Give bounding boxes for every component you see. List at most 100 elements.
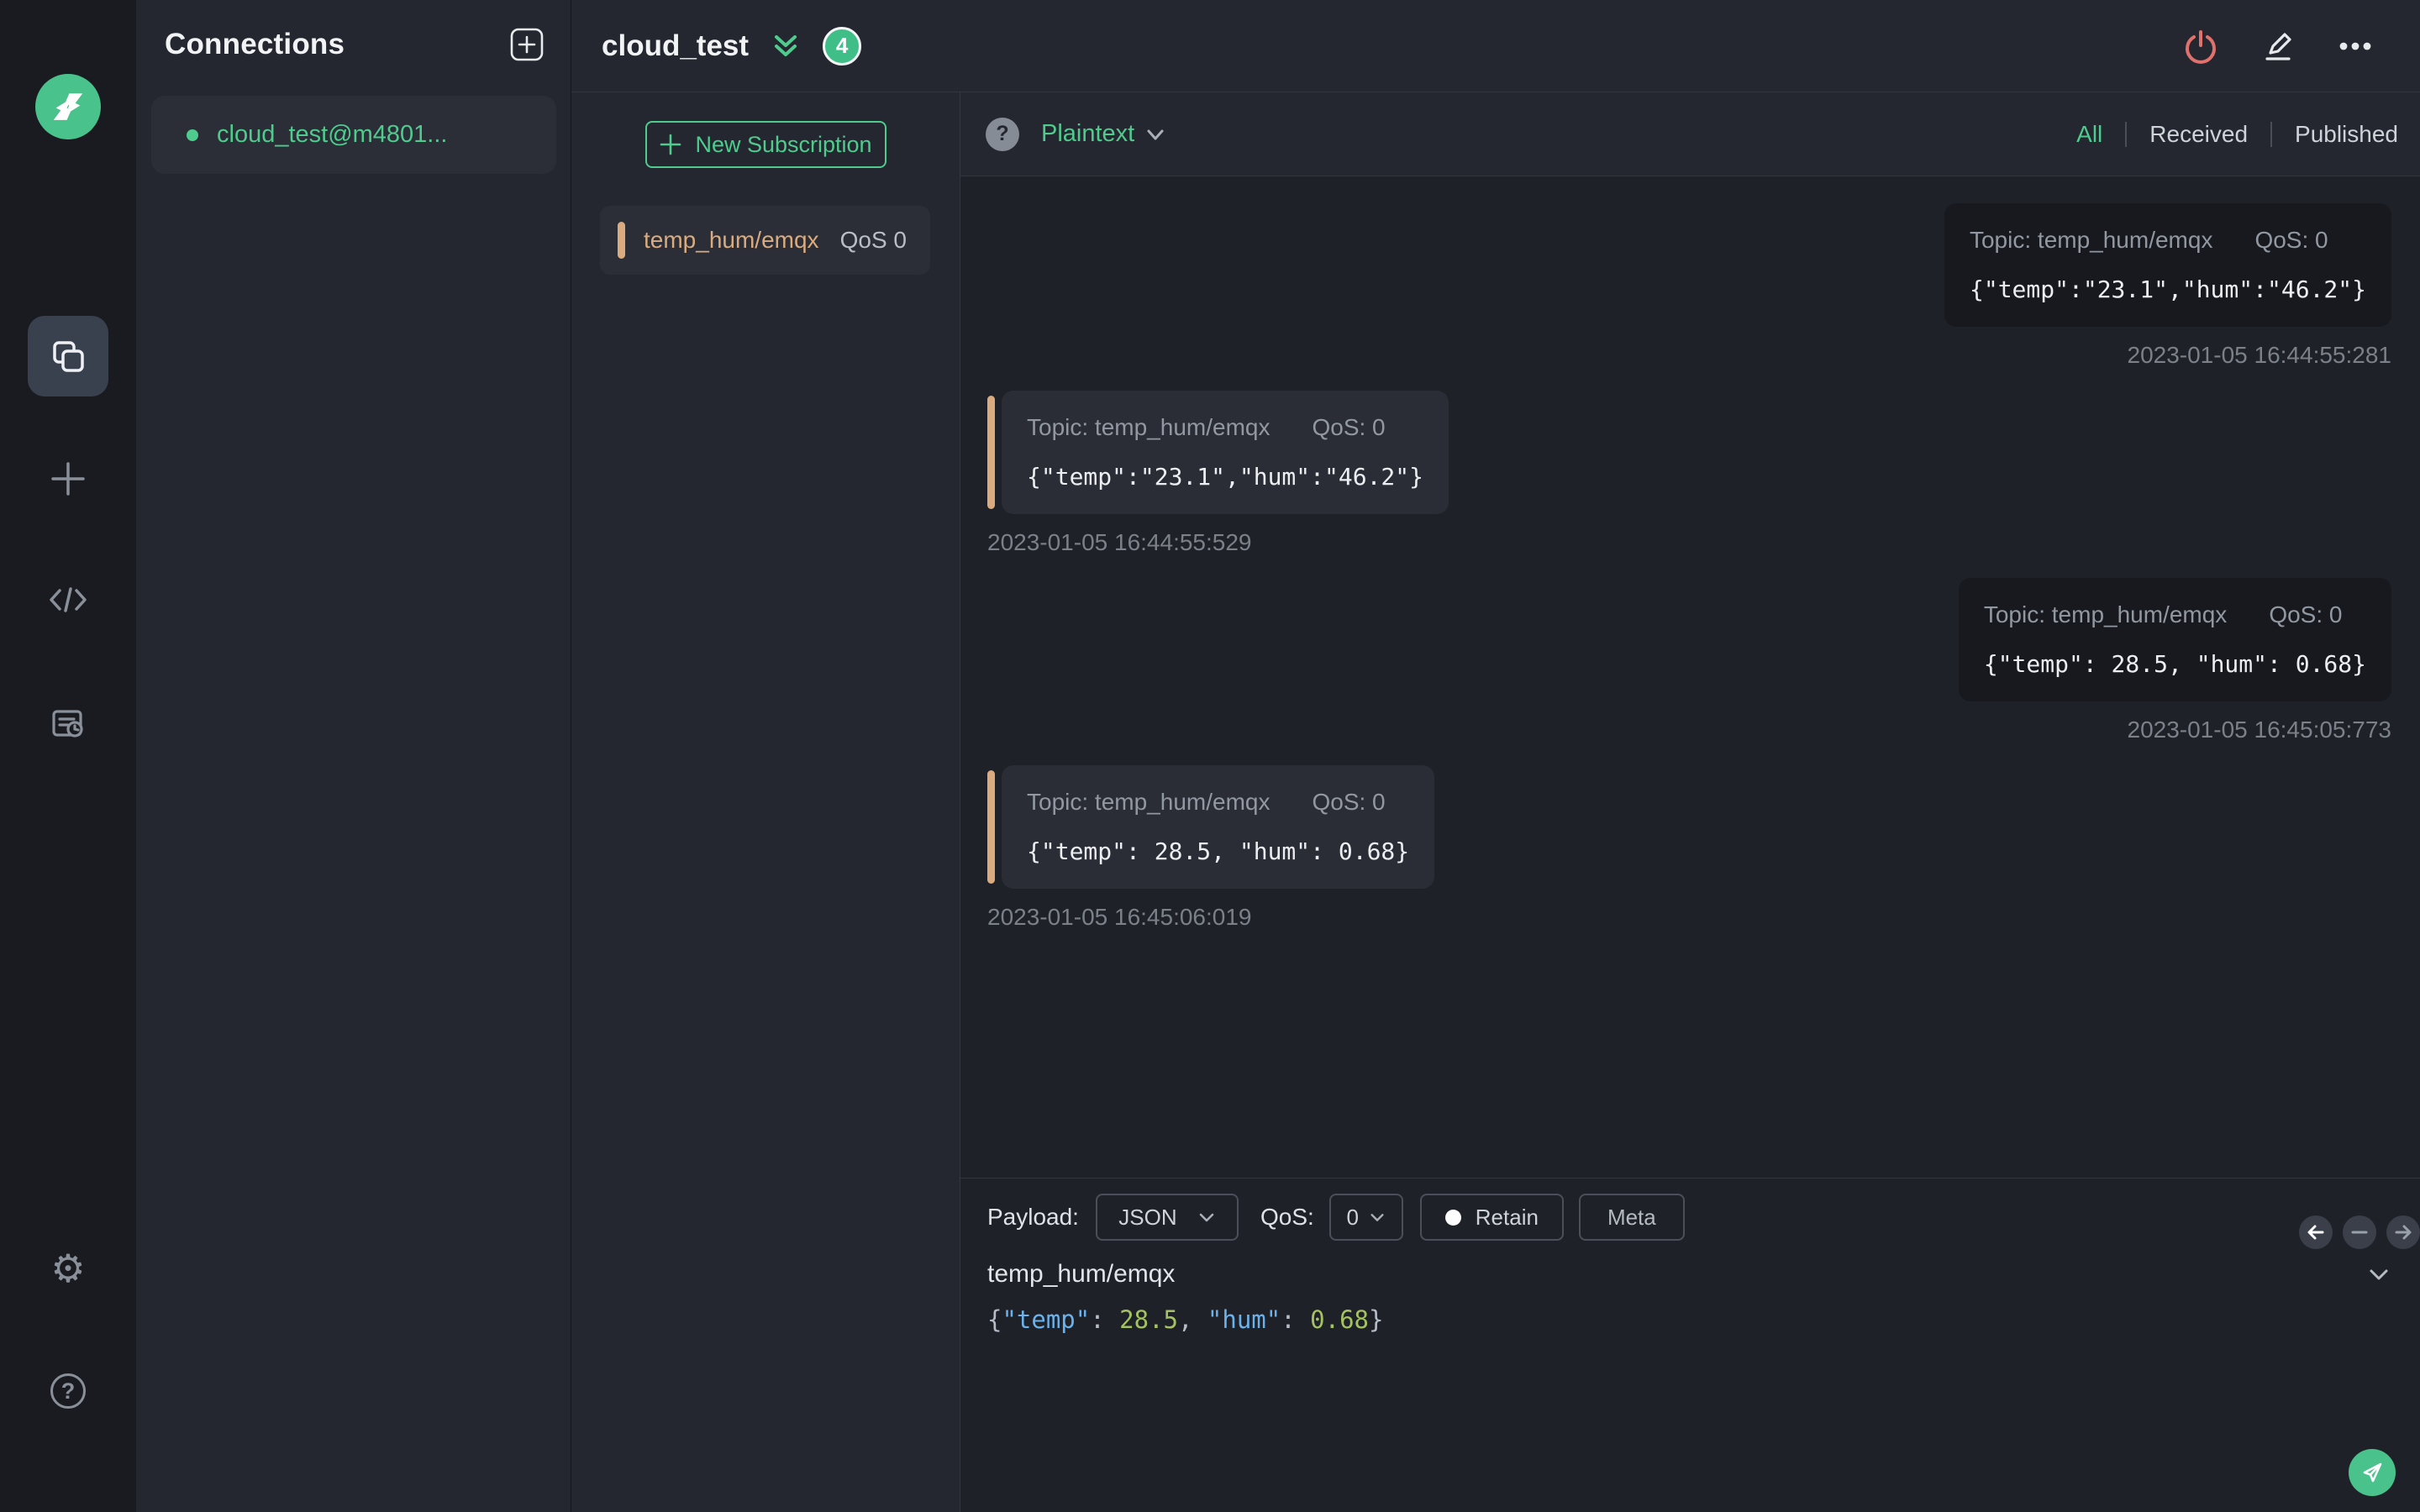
filter-published[interactable]: Published (2295, 121, 2398, 148)
connections-header: Connections (151, 27, 556, 62)
send-button[interactable] (2349, 1449, 2396, 1496)
power-icon (2181, 27, 2220, 66)
subscription-count-badge[interactable]: 4 (823, 26, 862, 66)
message-timestamp: 2023-01-05 16:44:55:529 (987, 529, 1252, 555)
payload-mode-help-icon[interactable]: ? (986, 117, 1019, 151)
disconnect-button[interactable] (2181, 27, 2220, 66)
chevron-down-icon[interactable] (1144, 123, 1166, 145)
subscription-color-bar (618, 222, 625, 259)
history-clear-button[interactable] (2343, 1215, 2376, 1249)
collapse-panel-icon[interactable] (771, 31, 801, 61)
topic-input[interactable]: temp_hum/emqx (987, 1260, 2366, 1289)
message-topic: Topic: temp_hum/emqx (1969, 227, 2213, 253)
messages-toolbar: ? Plaintext All Received Published (960, 92, 2420, 176)
gear-icon: ⚙ (50, 1246, 86, 1291)
plus-square-icon (509, 27, 544, 62)
plus-icon (659, 133, 682, 156)
header-actions (2181, 27, 2375, 66)
message-published: Topic: temp_hum/emqx QoS: 0 {"temp": 28.… (987, 578, 2391, 743)
filter-divider (2270, 121, 2273, 147)
message-payload: {"temp": 28.5, "hum": 0.68} (1983, 650, 2366, 678)
connections-title: Connections (165, 28, 345, 60)
main-area: cloud_test 4 New Subscription temp_hum/e… (571, 0, 2420, 1512)
subscription-topic: temp_hum/emqx (644, 227, 819, 253)
subscription-item[interactable]: temp_hum/emqx QoS 0 (600, 206, 930, 275)
message-qos: QoS: 0 (2254, 227, 2328, 253)
filter-received[interactable]: Received (2149, 121, 2248, 148)
more-options-button[interactable] (2336, 27, 2375, 66)
subscriptions-column: New Subscription temp_hum/emqx QoS 0 (571, 92, 960, 1512)
message-bubble[interactable]: Topic: temp_hum/emqx QoS: 0 {"temp": 28.… (1002, 765, 1435, 889)
add-connection-button[interactable] (509, 27, 544, 62)
message-timestamp: 2023-01-05 16:45:06:019 (987, 904, 1252, 930)
message-timestamp: 2023-01-05 16:44:55:281 (2127, 342, 2392, 368)
message-filters: All Received Published (2076, 121, 2398, 148)
log-icon (49, 705, 87, 743)
edit-connection-button[interactable] (2259, 27, 2297, 66)
ellipsis-icon (2336, 27, 2375, 66)
payload-label: Payload: (987, 1204, 1079, 1230)
plus-icon (49, 459, 87, 498)
subscription-qos: QoS 0 (839, 227, 907, 253)
message-received: Topic: temp_hum/emqx QoS: 0 {"temp":"23.… (987, 391, 2391, 556)
nav-log[interactable] (28, 685, 108, 763)
mqttx-app: ⚙ ? Connections cloud_test@m4801... clou… (0, 0, 2420, 1512)
code-icon (48, 583, 88, 617)
messages-column: ? Plaintext All Received Published Topic… (960, 92, 2420, 1512)
message-topic: Topic: temp_hum/emqx (1983, 601, 2228, 627)
connection-header: cloud_test 4 (571, 0, 2420, 92)
message-payload: {"temp":"23.1","hum":"46.2"} (1027, 463, 1424, 491)
message-bubble[interactable]: Topic: temp_hum/emqx QoS: 0 {"temp":"23.… (1002, 391, 1449, 514)
new-subscription-button[interactable]: New Subscription (644, 121, 886, 168)
publish-toolbar: Payload: JSON QoS: 0 Retain Meta (987, 1194, 2391, 1241)
collapse-editor-icon[interactable] (2366, 1262, 2391, 1287)
message-payload: {"temp":"23.1","hum":"46.2"} (1969, 276, 2366, 303)
edit-pencil-icon (2259, 27, 2297, 66)
payload-editor[interactable]: {"temp": 28.5, "hum": 0.68} (987, 1305, 2391, 1512)
arrow-left-icon (2306, 1222, 2326, 1242)
message-received: Topic: temp_hum/emqx QoS: 0 {"temp": 28.… (987, 765, 2391, 931)
payload-type-select[interactable]: JSON (1095, 1194, 1239, 1241)
message-accent-bar (987, 770, 995, 884)
connection-list-item[interactable]: cloud_test@m4801... (151, 96, 556, 174)
chevron-down-icon (1369, 1209, 1386, 1226)
nav-new-connection[interactable] (28, 440, 108, 517)
message-topic: Topic: temp_hum/emqx (1027, 789, 1270, 815)
topic-input-row: temp_hum/emqx (987, 1255, 2391, 1294)
message-qos: QoS: 0 (2269, 601, 2343, 627)
arrow-right-icon (2393, 1222, 2413, 1242)
message-timestamp: 2023-01-05 16:45:05:773 (2127, 717, 2392, 743)
history-prev-button[interactable] (2299, 1215, 2333, 1249)
message-qos: QoS: 0 (1312, 414, 1386, 440)
meta-button[interactable]: Meta (1578, 1194, 1685, 1241)
paper-plane-icon (2359, 1459, 2386, 1486)
minus-icon (2349, 1222, 2370, 1242)
history-next-button[interactable] (2386, 1215, 2420, 1249)
nav-script[interactable] (28, 561, 108, 638)
filter-divider (2125, 121, 2128, 147)
nav-connections[interactable] (28, 316, 108, 396)
connection-name: cloud_test@m4801... (217, 121, 448, 148)
message-qos: QoS: 0 (1312, 789, 1386, 815)
qos-label: QoS: (1260, 1204, 1314, 1230)
history-pager (2299, 1215, 2420, 1249)
nav-settings[interactable]: ⚙ (28, 1230, 108, 1307)
connections-icon (49, 337, 87, 375)
qos-select[interactable]: 0 (1328, 1194, 1403, 1241)
connection-title: cloud_test (602, 29, 750, 62)
message-bubble[interactable]: Topic: temp_hum/emqx QoS: 0 {"temp": 28.… (1958, 578, 2391, 701)
nav-help[interactable]: ? (28, 1352, 108, 1430)
message-topic: Topic: temp_hum/emqx (1027, 414, 1270, 440)
message-accent-bar (987, 396, 995, 509)
message-payload: {"temp": 28.5, "hum": 0.68} (1027, 837, 1410, 865)
left-icon-rail: ⚙ ? (0, 0, 136, 1512)
mqttx-logo (35, 74, 101, 139)
retain-toggle[interactable]: Retain (1419, 1194, 1564, 1241)
message-list[interactable]: Topic: temp_hum/emqx QoS: 0 {"temp":"23.… (960, 176, 2420, 1178)
payload-mode-select[interactable]: Plaintext (1041, 120, 1134, 148)
connection-status-dot (187, 129, 198, 141)
filter-all[interactable]: All (2076, 121, 2102, 148)
retain-dot-icon (1444, 1209, 1461, 1226)
connections-panel: Connections cloud_test@m4801... (136, 0, 571, 1512)
message-bubble[interactable]: Topic: temp_hum/emqx QoS: 0 {"temp":"23.… (1944, 203, 2391, 327)
